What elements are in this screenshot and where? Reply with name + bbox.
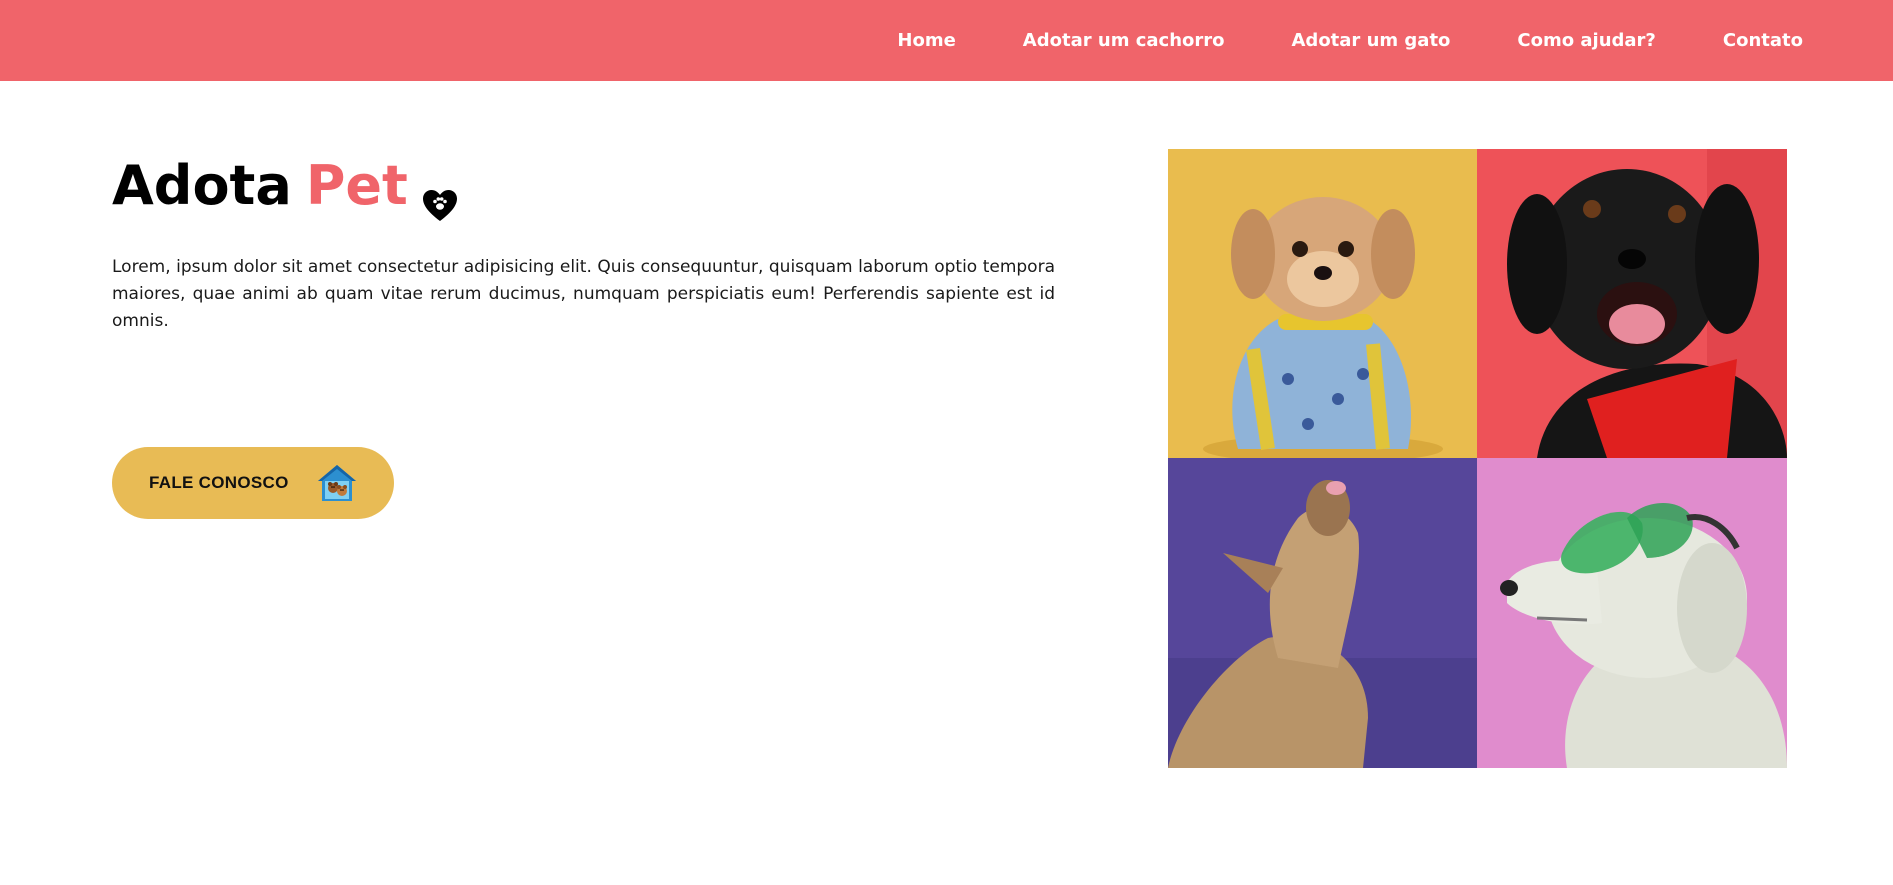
photo-bulldog	[1168, 458, 1477, 768]
photo-goggles-dog	[1477, 458, 1787, 768]
nav-link-home[interactable]: Home	[897, 30, 955, 51]
nav-link-how-to-help[interactable]: Como ajudar?	[1517, 30, 1655, 51]
pet-gallery	[1168, 149, 1787, 768]
nav-link-adopt-cat[interactable]: Adotar um gato	[1292, 30, 1451, 51]
contact-button[interactable]: FALE CONOSCO	[112, 447, 394, 519]
photo-dog-sweater	[1168, 149, 1477, 458]
heart-paw-icon	[422, 169, 458, 221]
page-title: Adota Pet	[112, 150, 458, 222]
nav-link-contact[interactable]: Contato	[1723, 30, 1803, 51]
navbar: Home Adotar um cachorro Adotar um gato C…	[0, 0, 1893, 81]
photo-black-dog	[1477, 149, 1787, 458]
title-accent: Pet	[305, 154, 408, 217]
title-main: Adota	[112, 154, 292, 217]
nav-link-adopt-dog[interactable]: Adotar um cachorro	[1023, 30, 1225, 51]
pet-house-icon	[317, 463, 357, 503]
contact-button-label: FALE CONOSCO	[149, 473, 289, 492]
nav-links: Home Adotar um cachorro Adotar um gato C…	[897, 0, 1803, 81]
hero-description: Lorem, ipsum dolor sit amet consectetur …	[112, 257, 1055, 331]
